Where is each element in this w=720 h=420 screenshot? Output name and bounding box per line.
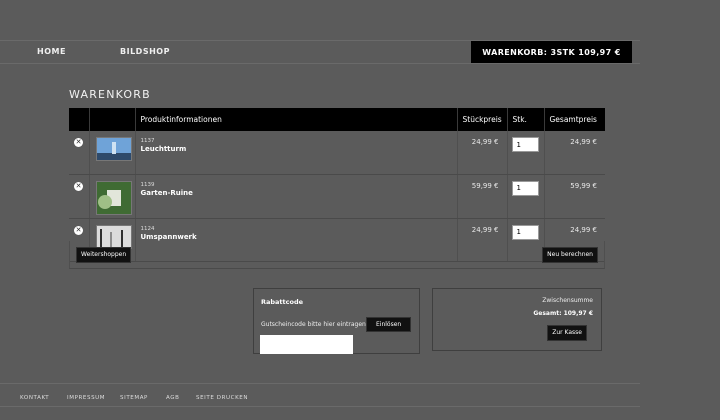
quantity-input[interactable] — [511, 180, 539, 196]
product-thumbnail[interactable] — [95, 180, 132, 215]
thumb-ground-shape — [96, 153, 131, 160]
totals-box: Zwischensumme Gesamt: 109,97 € Zur Kasse — [432, 288, 602, 351]
product-thumbnail[interactable] — [95, 137, 132, 161]
header-total-price: Gesamtpreis — [544, 108, 605, 131]
cart-table: Produktinformationen Stückpreis Stk. Ges… — [69, 108, 605, 262]
row-total: 24,99 € — [544, 131, 605, 175]
unit-price: 59,99 € — [457, 174, 508, 219]
coupon-hint: Gutscheincode bitte hier eintragen — [261, 321, 366, 328]
product-name[interactable]: Leuchtturm — [141, 145, 457, 153]
coupon-code-input[interactable] — [260, 335, 353, 354]
quantity-input[interactable] — [511, 137, 539, 152]
nav-shop-link[interactable]: BILDSHOP — [120, 47, 170, 56]
footer-divider — [0, 383, 640, 384]
footer-link-sitemap[interactable]: SITEMAP — [120, 395, 148, 401]
continue-shopping-button[interactable]: Weitershoppen — [76, 247, 132, 263]
thumb-bush-shape — [97, 194, 112, 209]
unit-price: 24,99 € — [457, 131, 508, 175]
product-name[interactable]: Garten-Ruine — [141, 189, 457, 197]
remove-item-icon[interactable]: ✕ — [74, 138, 83, 147]
footer-link-contact[interactable]: KONTAKT — [20, 395, 49, 401]
footer-bottom-divider — [0, 406, 640, 407]
header-image — [89, 108, 136, 131]
header-quantity: Stk. — [507, 108, 545, 131]
row-total: 59,99 € — [544, 174, 605, 219]
product-sku: 1124 — [140, 225, 155, 232]
nav-bottom-divider — [0, 63, 640, 64]
quantity-input[interactable] — [511, 224, 539, 240]
recalculate-button[interactable]: Neu berechnen — [542, 247, 598, 263]
nav-home-link[interactable]: HOME — [37, 47, 66, 56]
product-name[interactable]: Umspannwerk — [141, 233, 457, 241]
checkout-button[interactable]: Zur Kasse — [547, 325, 587, 341]
thumb-tower-shape — [111, 142, 116, 154]
remove-item-icon[interactable]: ✕ — [74, 225, 83, 235]
footer-link-imprint[interactable]: IMPRESSUM — [67, 395, 105, 401]
footer-link-print[interactable]: SEITE DRUCKEN — [196, 395, 248, 401]
remove-item-icon[interactable]: ✕ — [74, 181, 83, 191]
table-header-row: Produktinformationen Stückpreis Stk. Ges… — [69, 108, 605, 131]
product-sku: 1139 — [140, 181, 155, 188]
table-row: ✕ 1139 Garten-Ruine 59,99 € 59,99 € — [69, 174, 605, 219]
cart-actions-row: Weitershoppen Neu berechnen — [69, 241, 605, 269]
header-product-info: Produktinformationen — [135, 108, 458, 131]
coupon-title: Rabattcode — [261, 298, 304, 306]
footer-link-terms[interactable]: AGB — [166, 395, 180, 401]
redeem-coupon-button[interactable]: Einlösen — [366, 317, 412, 332]
subtotal-label: Zwischensumme — [542, 297, 593, 304]
product-sku: 1137 — [140, 138, 155, 144]
grand-total: Gesamt: 109,97 € — [533, 310, 593, 317]
page-title: WARENKORB — [69, 88, 151, 101]
cart-summary-button[interactable]: WARENKORB: 3STK 109,97 € — [471, 41, 632, 63]
header-remove — [69, 108, 90, 131]
table-row: ✕ 1137 Leuchtturm 24,99 € 24,99 € — [69, 131, 605, 175]
header-unit-price: Stückpreis — [457, 108, 508, 131]
